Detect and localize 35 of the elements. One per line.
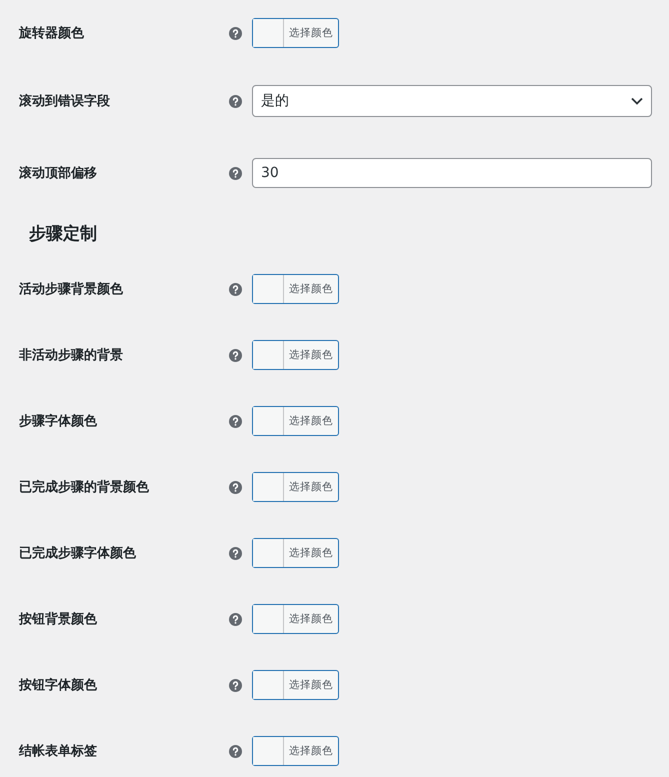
section-heading: 步骤定制 bbox=[29, 222, 97, 244]
setting-label: 结帐表单标签 bbox=[19, 743, 98, 760]
color-picker-button[interactable]: 选择颜色 bbox=[252, 538, 339, 568]
color-picker-button[interactable]: 选择颜色 bbox=[252, 340, 339, 370]
setting-label: 按钮背景颜色 bbox=[19, 610, 98, 628]
input-field[interactable]: 30 bbox=[252, 158, 652, 188]
chevron-down-icon bbox=[631, 97, 643, 105]
help-icon[interactable] bbox=[229, 414, 242, 428]
help-icon[interactable] bbox=[229, 480, 242, 494]
color-picker-button[interactable]: 选择颜色 bbox=[252, 604, 339, 634]
color-picker-button[interactable]: 选择颜色 bbox=[252, 274, 339, 304]
help-icon[interactable] bbox=[229, 546, 242, 560]
setting-label: 滚动到错误字段 bbox=[19, 92, 111, 110]
help-icon[interactable] bbox=[229, 26, 242, 40]
setting-label: 旋转器颜色 bbox=[19, 24, 85, 42]
setting-label: 非活动步骤的背景 bbox=[19, 346, 124, 364]
setting-label: 步骤字体颜色 bbox=[19, 412, 98, 430]
help-icon[interactable] bbox=[229, 166, 242, 180]
color-picker-button[interactable]: 选择颜色 bbox=[252, 406, 339, 436]
setting-label: 活动步骤背景颜色 bbox=[19, 280, 124, 298]
setting-label: 滚动顶部偏移 bbox=[19, 164, 98, 182]
color-picker-button[interactable]: 选择颜色 bbox=[252, 670, 339, 700]
setting-label: 已完成步骤字体颜色 bbox=[19, 544, 137, 562]
help-icon[interactable] bbox=[229, 348, 242, 362]
color-picker-button[interactable]: 选择颜色 bbox=[252, 18, 339, 48]
color-picker-button[interactable]: 选择颜色 bbox=[252, 736, 339, 766]
setting-label: 已完成步骤的背景颜色 bbox=[19, 478, 150, 496]
help-icon[interactable] bbox=[229, 94, 242, 108]
help-icon[interactable] bbox=[229, 744, 242, 758]
color-picker-button[interactable]: 选择颜色 bbox=[252, 472, 339, 502]
setting-label: 按钮字体颜色 bbox=[19, 676, 98, 694]
help-icon[interactable] bbox=[229, 282, 242, 296]
help-icon[interactable] bbox=[229, 612, 242, 626]
select-field[interactable]: 是的 bbox=[252, 85, 652, 117]
help-icon[interactable] bbox=[229, 678, 242, 692]
